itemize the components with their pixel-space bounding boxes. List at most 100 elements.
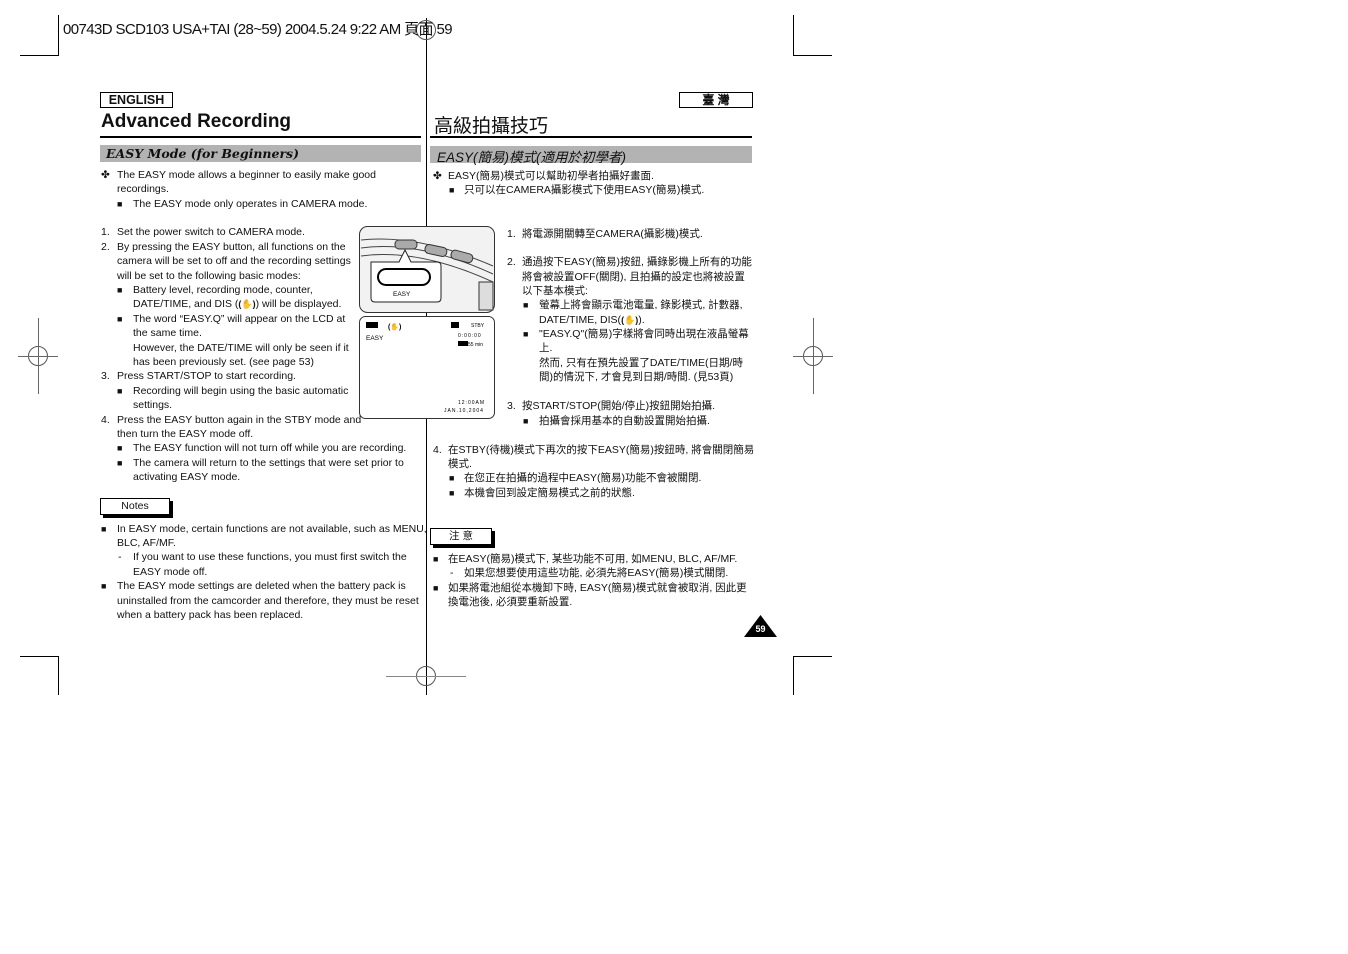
square-bullet-icon: ■ (523, 329, 529, 339)
dis-icon: (✋) (388, 322, 401, 331)
text-line: Press START/STOP to start recording. (117, 370, 296, 382)
crop-mark (793, 55, 832, 56)
lcd-date: JAN.10,2004 (444, 408, 484, 414)
crop-mark (793, 656, 794, 695)
text-line: 然而, 只有在預先設置了DATE/TIME(日期/時 (539, 357, 743, 369)
crop-mark (793, 656, 832, 657)
text-line: 只可以在CAMERA攝影模式下使用EASY(簡易)模式. (464, 184, 705, 196)
step-number: 1. (507, 228, 516, 240)
text-line: 模式. (448, 458, 472, 470)
text-line: when a battery pack has been replaced. (117, 609, 304, 621)
text-line: The word “EASY.Q” will appear on the LCD… (133, 313, 346, 325)
text-line: will be set to the following basic modes… (117, 270, 301, 282)
text-line: 在STBY(待機)模式下再次的按下EASY(簡易)按鈕時, 將會關閉簡易 (448, 444, 755, 456)
square-bullet-icon: ■ (117, 199, 123, 209)
page-number-badge: 59 (744, 615, 777, 637)
crop-mark (58, 656, 59, 695)
text-line: 如果您想要使用這些功能, 必須先將EASY(簡易)模式關閉. (464, 567, 729, 579)
square-bullet-icon: ■ (117, 386, 123, 396)
step-number: 3. (507, 400, 516, 412)
text-line: 將電源開關轉至CAMERA(攝影機)模式. (522, 228, 703, 240)
text-line: ). (638, 314, 645, 326)
square-bullet-icon: ■ (523, 416, 529, 426)
text-line: activating EASY mode. (133, 471, 241, 483)
text-line: the same time. (133, 327, 202, 339)
text-line: The EASY function will not turn off whil… (133, 442, 407, 454)
text-line: uninstalled from the camcorder and there… (117, 595, 419, 607)
print-header: 00743D SCD103 USA+TAI (28~59) 2004.5.24 … (63, 21, 453, 38)
text-line: The EASY mode only operates in CAMERA mo… (133, 198, 368, 210)
text-line: 間)的情況下, 才會見到日期/時間. (見53頁) (539, 371, 734, 383)
text-line: 將會被設置OFF(關閉), 且拍攝的設定也將被設置 (522, 271, 745, 283)
text-line: DATE/TIME, DIS( (539, 314, 622, 326)
lcd-counter: 0:00:00 (458, 333, 482, 339)
step-number: 4. (101, 414, 110, 426)
square-bullet-icon: ■ (433, 554, 439, 564)
text-line: Battery level, recording mode, counter, (133, 284, 313, 296)
step-number: 3. (101, 370, 110, 382)
section-title: EASY Mode (for Beginners) (106, 146, 299, 161)
text-line: ) will be displayed. (255, 298, 342, 310)
text-line: settings. (133, 399, 173, 411)
square-bullet-icon: ■ (449, 185, 455, 195)
step-number: 1. (101, 226, 110, 238)
text-line: 本機會回到設定簡易模式之前的狀態. (464, 487, 635, 499)
text-line: Press the EASY button again in the STBY … (117, 414, 362, 426)
square-bullet-icon: ■ (117, 458, 123, 468)
lcd-time: 12:00AM (458, 400, 485, 406)
text-line: 在您正在拍攝的過程中EASY(簡易)功能不會被關閉. (464, 472, 702, 484)
text-line: If you want to use these functions, you … (133, 551, 407, 563)
crop-mark (793, 15, 794, 55)
lcd-screen-illustration: (✋) EASY STBY 0:00:00 55 min 12:00AM JAN… (359, 316, 495, 419)
text-line: EASY mode off. (133, 566, 208, 578)
lcd-remaining: 55 min (468, 342, 483, 348)
text-line: In EASY mode, certain functions are not … (117, 523, 427, 535)
crop-mark (58, 15, 59, 55)
square-bullet-icon: ■ (117, 443, 123, 453)
text-line: 以下基本模式: (522, 285, 588, 297)
dis-icon: (✋) (238, 299, 256, 309)
square-bullet-icon: ■ (101, 524, 107, 534)
battery-icon (366, 322, 378, 328)
square-bullet-icon: ■ (117, 314, 123, 324)
square-bullet-icon: ■ (523, 300, 529, 310)
text-line: BLC, AF/MF. (117, 537, 176, 549)
text-line: 在EASY(簡易)模式下, 某些功能不可用, 如MENU, BLC, AF/MF… (448, 553, 738, 565)
diamond-bullet-icon: ✤ (101, 169, 110, 181)
page-number: 59 (755, 624, 765, 634)
notes-label: 注 意 (430, 528, 492, 545)
square-bullet-icon: ■ (449, 473, 455, 483)
text-line: By pressing the EASY button, all functio… (117, 241, 346, 253)
text-line: recordings. (117, 183, 169, 195)
text-line: then turn the EASY mode off. (117, 428, 254, 440)
step-number: 4. (433, 444, 442, 456)
step-number: 2. (507, 256, 516, 268)
notes-label: Notes (100, 498, 170, 515)
language-tag: 臺 灣 (679, 92, 753, 108)
step-number: 2. (101, 241, 110, 253)
text-line: The EASY mode settings are deleted when … (117, 580, 406, 592)
diamond-bullet-icon: ✤ (433, 170, 442, 182)
dash-bullet: - (450, 567, 454, 579)
section-title: EASY(簡易)模式(適用於初學者) (437, 150, 626, 165)
text-line: "EASY.Q"(簡易)字樣將會同時出現在液晶螢幕 (539, 328, 749, 340)
text-line: 上. (539, 342, 553, 354)
square-bullet-icon: ■ (117, 285, 123, 295)
text-line: 按START/STOP(開始/停止)按鈕開始拍攝. (522, 400, 716, 412)
lcd-status: STBY (471, 323, 485, 329)
crop-mark (20, 55, 59, 56)
tape-icon (451, 322, 459, 328)
camera-easy-button-illustration: EASY (359, 226, 495, 313)
easy-button-label: EASY (393, 291, 411, 298)
page-title: Advanced Recording (101, 111, 292, 132)
square-bullet-icon: ■ (449, 488, 455, 498)
dis-icon: (✋) (621, 315, 639, 325)
text-line: Recording will begin using the basic aut… (133, 385, 349, 397)
text-line: 拍攝會採用基本的自動設置開始拍攝. (539, 415, 710, 427)
text-line: However, the DATE/TIME will only be seen… (133, 342, 349, 354)
text-line: The EASY mode allows a beginner to easil… (117, 169, 376, 181)
text-line: 如果將電池組從本機卸下時, EASY(簡易)模式就會被取消, 因此更 (448, 582, 747, 594)
text-line: 換電池後, 必須要重新設置. (448, 596, 573, 608)
text-line: camera will be set to off and the record… (117, 255, 351, 267)
dash-bullet: - (118, 551, 122, 563)
